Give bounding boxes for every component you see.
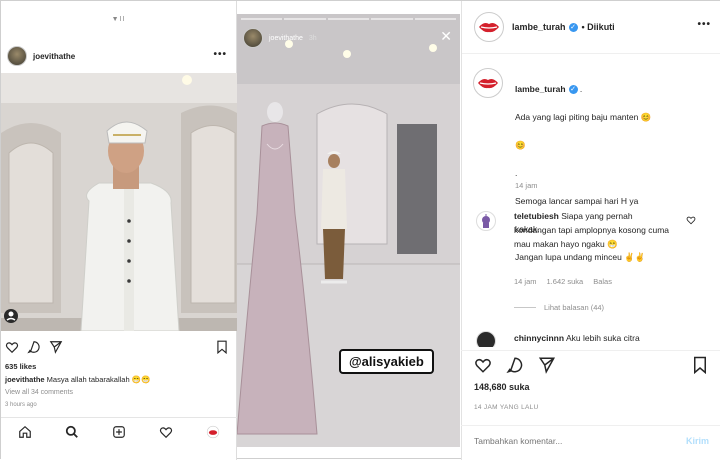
comment-icon[interactable]	[27, 340, 41, 354]
caption-text: Masya allah tabarakallah 😁😁	[44, 375, 151, 384]
post-username[interactable]: lambe_turah	[512, 22, 566, 32]
bottom-nav	[1, 417, 237, 445]
follow-status[interactable]: • Diikuti	[582, 22, 615, 32]
teletubbies-avatar-icon	[482, 214, 490, 228]
more-options-icon[interactable]: •••	[213, 49, 227, 60]
reply-button[interactable]: Balas	[593, 277, 612, 286]
story-panel[interactable]: joevithathe 3h ✕ @alisyakieb	[237, 14, 460, 447]
post-header: joevithathe •••	[1, 41, 237, 71]
post-photo[interactable]	[1, 73, 237, 331]
status-bar: ▼II	[1, 1, 236, 37]
story-avatar[interactable]	[243, 28, 263, 48]
caption-username[interactable]: joevithathe	[5, 375, 45, 384]
story-header: joevithathe 3h	[243, 28, 317, 48]
post-timestamp: 14 JAM YANG LALU	[474, 404, 539, 411]
comment-meta: 14 jam 1.642 suka Balas	[514, 277, 612, 286]
comment-username[interactable]: teletubiesh	[514, 211, 559, 221]
comment-like-heart-icon[interactable]	[686, 215, 696, 225]
replies-divider	[514, 307, 536, 308]
comment-like-count[interactable]: 1.642 suka	[547, 277, 584, 286]
lips-logo-icon	[479, 23, 499, 33]
close-icon[interactable]: ✕	[440, 28, 452, 45]
search-icon[interactable]	[65, 425, 79, 439]
comment-avatar[interactable]	[476, 211, 496, 231]
share-icon[interactable]	[538, 356, 556, 374]
bookmark-icon[interactable]	[691, 356, 709, 374]
share-icon[interactable]	[49, 340, 63, 354]
comment-form: Kirim	[461, 425, 720, 459]
send-comment-button[interactable]: Kirim	[686, 436, 709, 446]
caption-line: .	[515, 168, 518, 178]
post-actions	[461, 350, 720, 376]
caption-line: 😊	[515, 140, 526, 150]
avatar[interactable]	[474, 12, 504, 42]
comment-avatar[interactable]	[476, 331, 496, 347]
comment-item: chinnycinnn Aku lebih suka citra	[476, 331, 706, 347]
post-header: lambe_turah ✓ • Diikuti •••	[462, 1, 720, 54]
post-caption: joevithathe Masya allah tabarakallah 😁😁	[5, 375, 150, 384]
verified-badge-icon: ✓	[568, 22, 578, 32]
comment-username[interactable]: chinnycinnn	[514, 333, 564, 343]
verified-badge-icon: ✓	[568, 85, 578, 95]
comment-icon[interactable]	[506, 356, 524, 374]
post-timestamp: 3 hours ago	[5, 402, 37, 408]
caption-line: Jangan lupa undang minceu ✌✌	[515, 252, 646, 262]
profile-avatar-icon[interactable]	[206, 425, 220, 439]
view-all-comments-link[interactable]: View all 34 comments	[5, 389, 73, 396]
comment-body: Aku lebih suka citra	[565, 333, 640, 343]
caption-line: Semoga lancar sampai hari H ya	[515, 196, 639, 206]
likes-count[interactable]: 635 likes	[5, 362, 36, 371]
bookmark-icon[interactable]	[215, 340, 229, 354]
status-indicator: ▼II	[111, 15, 126, 23]
caption-time: 14 jam	[515, 181, 538, 190]
more-options-icon[interactable]: •••	[697, 19, 711, 30]
heart-icon[interactable]	[474, 356, 492, 374]
view-replies-link[interactable]: Lihat balasan (44)	[544, 303, 604, 312]
activity-heart-icon[interactable]	[159, 425, 173, 439]
mobile-feed-panel: ▼II joevithathe ••• 635 likes joevithath…	[1, 1, 237, 460]
post-actions	[1, 337, 237, 357]
comment-text: chinnycinnn Aku lebih suka citra	[514, 331, 674, 345]
groom-photo-illustration	[1, 73, 237, 331]
caption-line: .	[579, 84, 583, 94]
bridal-room-illustration	[237, 14, 460, 447]
heart-icon[interactable]	[5, 340, 19, 354]
post-username[interactable]: joevithathe	[33, 52, 75, 61]
caption-line: Ada yang lagi piting baju manten 😊	[515, 112, 652, 122]
home-icon[interactable]	[18, 425, 32, 439]
comment-time: 14 jam	[514, 277, 537, 286]
caption-username[interactable]: lambe_turah	[515, 84, 566, 94]
avatar[interactable]	[7, 46, 27, 66]
add-post-icon[interactable]	[112, 425, 126, 439]
comment-input[interactable]	[474, 436, 654, 446]
story-username[interactable]: joevithathe	[269, 35, 303, 42]
screenshot-frame: ▼II joevithathe ••• 635 likes joevithath…	[0, 0, 720, 460]
story-time: 3h	[308, 34, 317, 42]
mention-sticker[interactable]: @alisyakieb	[339, 349, 434, 374]
caption-avatar[interactable]	[473, 68, 503, 98]
story-progress-bars	[241, 18, 457, 20]
comment-text: teletubiesh Siapa yang pernah kondangan …	[514, 209, 674, 251]
lips-logo-icon	[478, 79, 498, 89]
likes-count[interactable]: 148,680 suka	[474, 382, 530, 392]
